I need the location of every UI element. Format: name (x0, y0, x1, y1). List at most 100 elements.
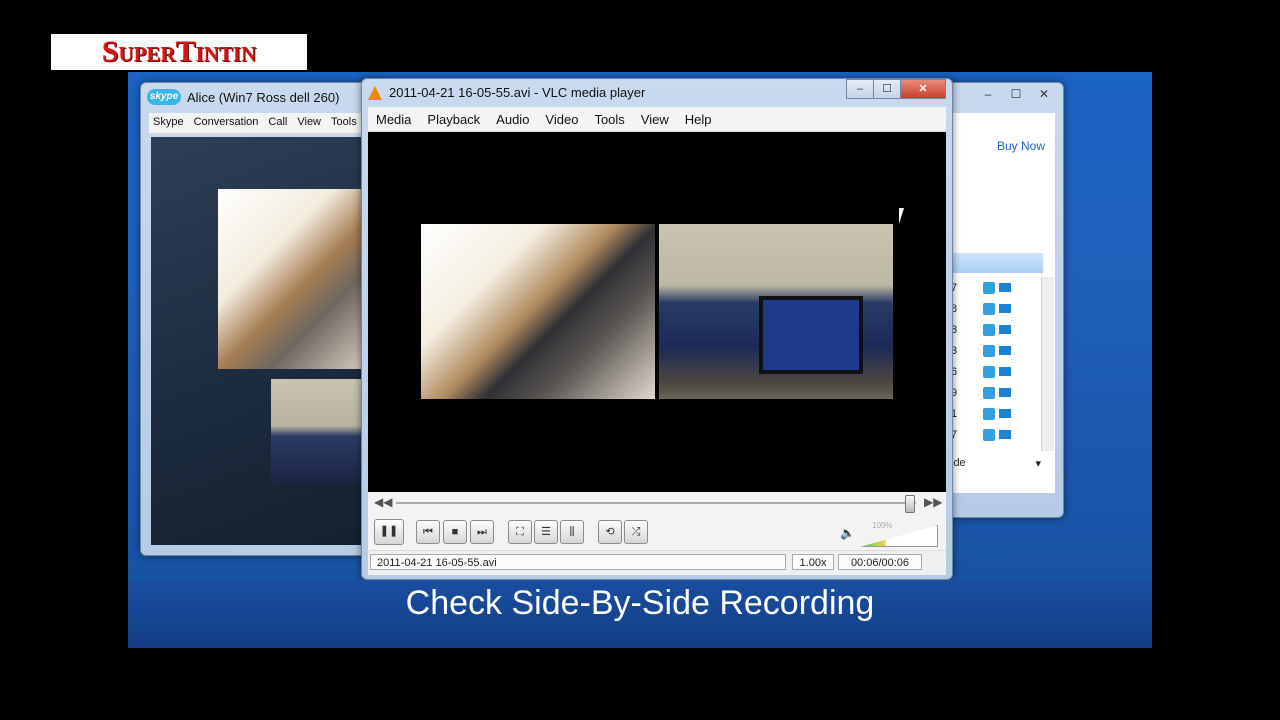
contact-number: 9 (951, 386, 958, 399)
next-button[interactable]: ⏭ (470, 520, 494, 544)
call-icon[interactable] (983, 365, 995, 378)
menu-playback[interactable]: Playback (419, 112, 488, 127)
recorded-local-frame (659, 224, 893, 399)
call-icon[interactable] (983, 323, 995, 336)
video-call-icon[interactable] (999, 283, 1011, 292)
contact-row[interactable]: 1 (949, 403, 1041, 424)
extended-settings-button[interactable]: ⫼ (560, 520, 584, 544)
vlc-window-buttons: – ☐ ✕ (846, 79, 946, 99)
video-call-icon[interactable] (999, 346, 1011, 355)
contact-number: 1 (951, 407, 958, 420)
volume-percent: 100% (872, 521, 893, 530)
contact-number: 8 (951, 323, 958, 336)
maximize-button[interactable]: ☐ (873, 79, 901, 99)
menu-audio[interactable]: Audio (488, 112, 537, 127)
skype-menu-tools[interactable]: Tools (327, 113, 363, 133)
video-display[interactable] (368, 132, 946, 492)
skype-window-title: Alice (Win7 Ross dell 260) (187, 89, 340, 105)
menu-help[interactable]: Help (677, 112, 720, 127)
call-icon[interactable] (983, 281, 995, 294)
menu-tools[interactable]: Tools (586, 112, 632, 127)
seek-bar[interactable]: ◀◀ ▶▶ (368, 492, 946, 514)
side-minimize-button[interactable]: – (977, 87, 999, 101)
vlc-window[interactable]: 2011-04-21 16-05-55.avi - VLC media play… (361, 78, 953, 580)
logo-text: SuperTintin (101, 35, 257, 68)
playback-rate[interactable]: 1.00x (792, 554, 834, 570)
playlist-button[interactable]: ☰ (534, 520, 558, 544)
contacts-header (949, 253, 1043, 273)
video-caption: Check Side-By-Side Recording (405, 584, 875, 622)
speaker-icon[interactable]: 🔈 (840, 526, 855, 540)
vlc-titlebar[interactable]: 2011-04-21 16-05-55.avi - VLC media play… (362, 79, 952, 107)
vlc-window-title: 2011-04-21 16-05-55.avi - VLC media play… (389, 85, 646, 100)
rewind-icon[interactable]: ◀◀ (374, 495, 392, 509)
contact-list-scrollbar[interactable] (1041, 277, 1054, 451)
monitor-in-frame (759, 296, 863, 374)
call-icon[interactable] (983, 428, 995, 441)
status-filename: 2011-04-21 16-05-55.avi (370, 554, 786, 570)
side-close-button[interactable]: ✕ (1033, 87, 1055, 101)
contact-number: 7 (951, 428, 958, 441)
contact-number: 8 (951, 302, 958, 315)
buy-now-link[interactable]: Buy Now (997, 139, 1045, 153)
skype-menu-call[interactable]: Call (264, 113, 293, 133)
call-icon[interactable] (983, 302, 995, 315)
close-button[interactable]: ✕ (900, 79, 946, 99)
side-panel-dropdown[interactable]: ide ▾ (949, 457, 1045, 473)
video-call-icon[interactable] (999, 367, 1011, 376)
side-panel-dropdown-value: ide (951, 457, 966, 469)
contact-row[interactable]: 3 (949, 340, 1041, 361)
contact-number: 6 (951, 365, 958, 378)
loop-button[interactable]: ⟲ (598, 520, 622, 544)
contact-row[interactable]: 7 (949, 277, 1041, 298)
video-call-icon[interactable] (999, 388, 1011, 397)
vlc-cone-icon (368, 86, 382, 100)
channel-logo: SuperTintin (51, 34, 307, 70)
skype-logo-icon: skype (147, 89, 181, 105)
minimize-button[interactable]: – (846, 79, 874, 99)
skype-menu-conversation[interactable]: Conversation (190, 113, 265, 133)
side-panel-content: Buy Now 7 8 8 3 6 9 1 7 ide ▾ (949, 113, 1055, 493)
skype-video-area (151, 137, 381, 545)
shuffle-button[interactable]: ⤮ (624, 520, 648, 544)
contact-number: 7 (951, 281, 958, 294)
skype-main-window[interactable]: – ☐ ✕ Buy Now 7 8 8 3 6 9 1 7 ide ▾ (940, 82, 1064, 518)
fast-forward-icon[interactable]: ▶▶ (924, 495, 942, 509)
call-icon[interactable] (983, 344, 995, 357)
previous-button[interactable]: ⏮ (416, 520, 440, 544)
call-icon[interactable] (983, 407, 995, 420)
video-call-icon[interactable] (999, 409, 1011, 418)
contact-number: 3 (951, 344, 958, 357)
skype-remote-video (218, 189, 368, 369)
video-call-icon[interactable] (999, 304, 1011, 313)
skype-titlebar[interactable]: skype Alice (Win7 Ross dell 260) (147, 89, 339, 105)
seek-handle[interactable] (904, 495, 915, 513)
menu-video[interactable]: Video (537, 112, 586, 127)
vlc-menubar: Media Playback Audio Video Tools View He… (368, 107, 946, 132)
contact-row[interactable]: 8 (949, 298, 1041, 319)
status-bar: 2011-04-21 16-05-55.avi 1.00x 00:06/00:0… (368, 550, 946, 575)
menu-media[interactable]: Media (368, 112, 419, 127)
dropdown-arrow-icon: ▾ (1035, 458, 1041, 470)
skype-window[interactable]: skype Alice (Win7 Ross dell 260) Skype C… (140, 82, 382, 556)
skype-menu-view[interactable]: View (293, 113, 327, 133)
contact-row[interactable]: 7 (949, 424, 1041, 445)
stop-button[interactable]: ■ (443, 520, 467, 544)
video-call-icon[interactable] (999, 325, 1011, 334)
video-call-icon[interactable] (999, 430, 1011, 439)
fullscreen-button[interactable]: ⛶ (508, 520, 532, 544)
elapsed-time[interactable]: 00:06/00:06 (838, 554, 922, 570)
menu-view[interactable]: View (633, 112, 677, 127)
contact-row[interactable]: 6 (949, 361, 1041, 382)
pause-button[interactable]: ❚❚ (374, 519, 404, 545)
side-maximize-button[interactable]: ☐ (1005, 87, 1027, 101)
call-icon[interactable] (983, 386, 995, 399)
side-window-buttons: – ☐ ✕ (977, 87, 1055, 101)
desktop: skype Alice (Win7 Ross dell 260) Skype C… (128, 72, 1152, 648)
contact-row[interactable]: 8 (949, 319, 1041, 340)
seek-track[interactable] (396, 502, 916, 504)
contact-row[interactable]: 9 (949, 382, 1041, 403)
skype-menubar: Skype Conversation Call View Tools (149, 113, 381, 134)
recorded-remote-frame (421, 224, 655, 399)
skype-menu-skype[interactable]: Skype (149, 113, 190, 133)
